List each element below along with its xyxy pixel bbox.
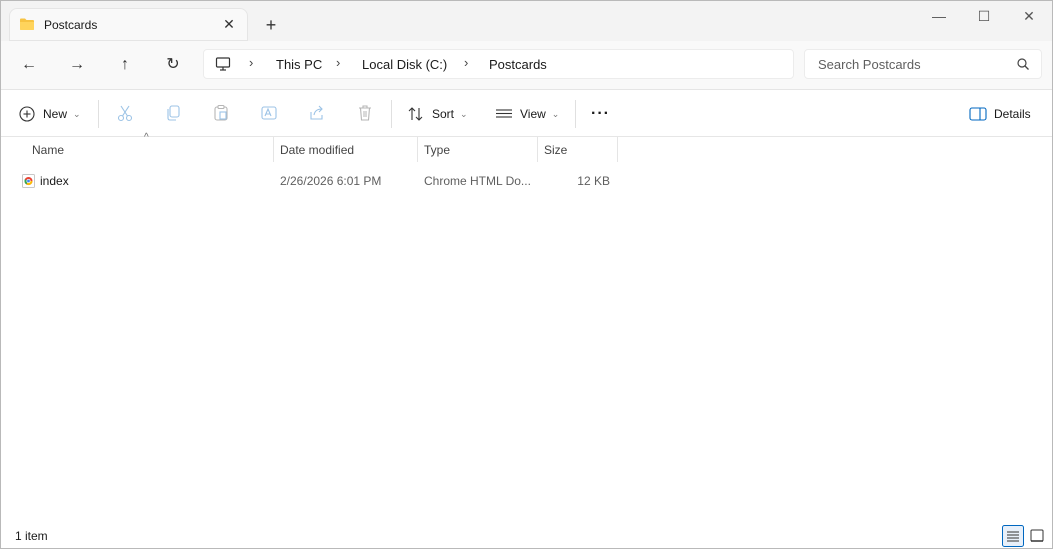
search-icon: [1017, 58, 1029, 70]
chevron-right-icon[interactable]: ›: [249, 55, 253, 70]
this-pc-icon: [215, 57, 231, 71]
column-name-label: Name: [32, 143, 65, 157]
column-size-label: Size: [544, 143, 568, 157]
column-header-date-modified[interactable]: Date modified: [273, 137, 417, 162]
details-label: Details: [994, 107, 1031, 121]
chrome-html-file-icon: [22, 174, 35, 188]
large-icons-view-icon[interactable]: [1026, 525, 1048, 547]
table-row[interactable]: index 2/26/2026 6:01 PM Chrome HTML Do..…: [15, 170, 617, 192]
divider: [98, 100, 99, 128]
sort-icon: [408, 107, 423, 121]
close-window-button[interactable]: ✕: [1006, 1, 1052, 31]
file-type: Chrome HTML Do...: [424, 174, 531, 188]
sort-label: Sort: [432, 107, 455, 121]
divider: [575, 100, 576, 128]
column-header-name[interactable]: Name: [15, 137, 273, 162]
file-explorer-window: Postcards ✕ + — ☐ ✕ ← → ↑ ↻ › This PC › …: [0, 0, 1053, 549]
column-type-label: Type: [424, 143, 451, 157]
search-box[interactable]: Search Postcards: [804, 49, 1042, 79]
sort-button[interactable]: Sort ⌄: [407, 100, 468, 128]
new-button[interactable]: New ⌄: [19, 100, 81, 128]
share-icon[interactable]: [308, 104, 326, 122]
maximize-button[interactable]: ☐: [961, 1, 1007, 31]
tab-title: Postcards: [44, 18, 98, 32]
plus-circle-icon: [19, 106, 35, 122]
refresh-button[interactable]: ↻: [159, 53, 187, 77]
view-label: View: [520, 107, 546, 121]
status-item-count: 1 item: [15, 529, 48, 543]
details-button[interactable]: Details: [969, 100, 1031, 128]
copy-icon[interactable]: [164, 104, 182, 122]
cut-icon[interactable]: [116, 104, 134, 122]
file-date-modified: 2/26/2026 6:01 PM: [280, 174, 382, 188]
up-button[interactable]: ↑: [111, 53, 139, 77]
column-header-size[interactable]: Size: [537, 137, 617, 162]
title-bar: Postcards ✕ + — ☐ ✕: [1, 1, 1052, 41]
view-list-icon: [496, 109, 512, 118]
rename-icon[interactable]: [260, 104, 278, 122]
file-size: 12 KB: [577, 174, 610, 188]
chevron-down-icon: ⌄: [460, 108, 468, 119]
chevron-right-icon[interactable]: ›: [464, 55, 468, 70]
minimize-button[interactable]: —: [916, 1, 962, 31]
command-bar: New ⌄ Sort ⌄ View ⌄ ··· Details: [1, 90, 1052, 137]
delete-icon[interactable]: [356, 104, 374, 122]
chevron-down-icon: ⌄: [73, 108, 81, 119]
back-button[interactable]: ←: [15, 53, 43, 77]
details-view-icon[interactable]: [1002, 525, 1024, 547]
paste-icon[interactable]: [212, 104, 230, 122]
divider: [391, 100, 392, 128]
view-button[interactable]: View ⌄: [495, 100, 559, 128]
new-label: New: [43, 107, 68, 121]
breadcrumb-this-pc[interactable]: This PC: [276, 57, 322, 72]
navigation-bar: ← → ↑ ↻ › This PC › Local Disk (C:) › Po…: [1, 41, 1052, 90]
folder-icon: [20, 18, 34, 30]
address-bar[interactable]: › This PC › Local Disk (C:) › Postcards: [203, 49, 794, 79]
tab-postcards[interactable]: Postcards ✕: [9, 8, 248, 41]
chevron-down-icon: ⌄: [551, 108, 560, 119]
column-divider[interactable]: [617, 137, 618, 162]
breadcrumb-local-disk[interactable]: Local Disk (C:): [362, 57, 447, 72]
new-tab-button[interactable]: +: [259, 14, 283, 38]
details-pane-icon: [969, 107, 987, 121]
tab-close-icon[interactable]: ✕: [219, 14, 239, 34]
chevron-right-icon[interactable]: ›: [336, 55, 340, 70]
forward-button[interactable]: →: [63, 53, 91, 77]
search-input[interactable]: Search Postcards: [818, 57, 921, 72]
column-header-type[interactable]: Type: [417, 137, 537, 162]
breadcrumb-postcards[interactable]: Postcards: [489, 57, 547, 72]
more-options-button[interactable]: ···: [591, 100, 610, 128]
file-name: index: [40, 174, 69, 188]
column-date-label: Date modified: [280, 143, 355, 157]
